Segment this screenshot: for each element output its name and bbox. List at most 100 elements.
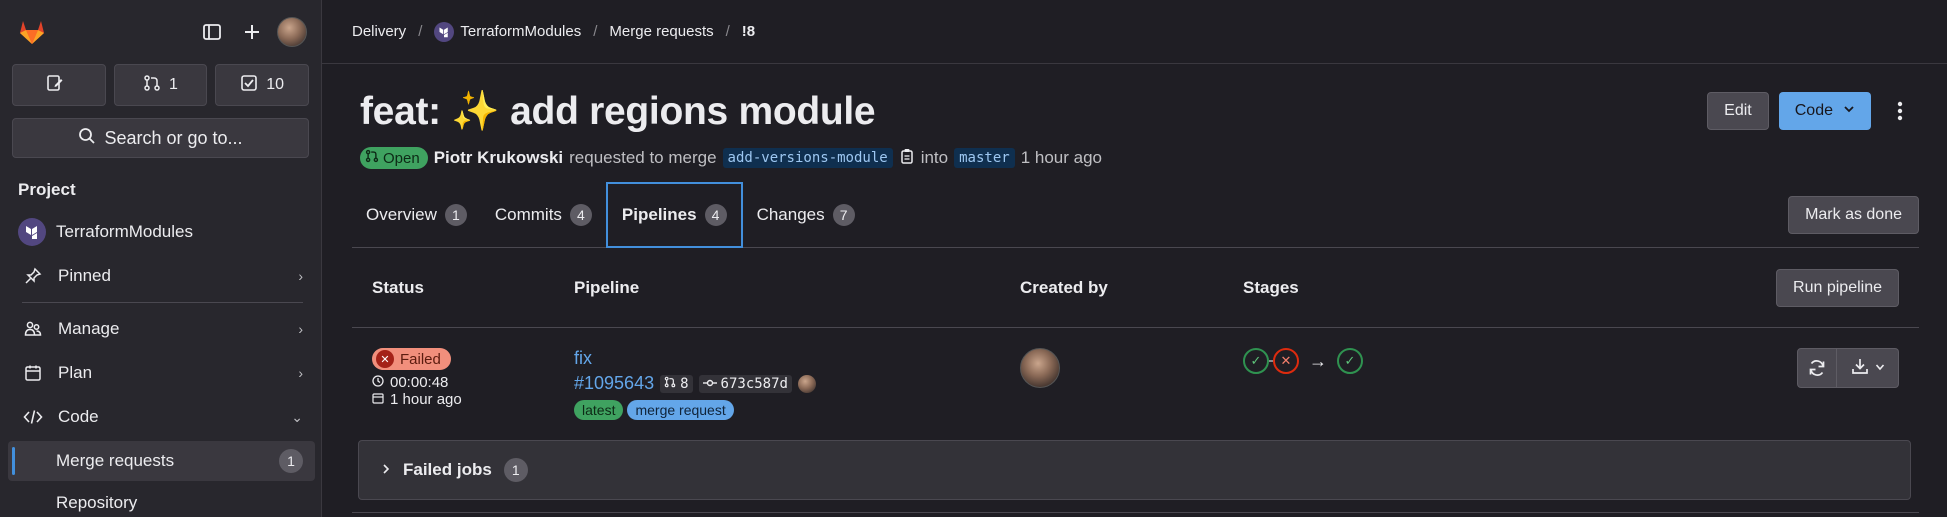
calendar-icon [372, 391, 384, 408]
calendar-icon [22, 364, 44, 382]
header-status: Status [372, 277, 424, 297]
pipeline-name-link[interactable]: fix [574, 348, 592, 368]
chevron-down-icon [1875, 359, 1885, 377]
merge-request-icon [664, 376, 676, 392]
download-icon [1851, 357, 1869, 380]
breadcrumb-section-link[interactable]: Merge requests [609, 23, 713, 40]
sidebar-item-code[interactable]: Code ⌄ [0, 395, 321, 439]
failed-jobs-toggle[interactable]: Failed jobs 1 [358, 440, 1911, 500]
sidebar-item-manage[interactable]: Manage › [0, 307, 321, 351]
chevron-right-icon: › [298, 268, 303, 284]
breadcrumb-project-link[interactable]: TerraformModules [434, 21, 581, 42]
pipeline-commit[interactable]: 673c587d [698, 374, 792, 393]
tab-count: 4 [569, 203, 592, 226]
todo-icon [240, 74, 258, 97]
pipeline-status-badge[interactable]: ✕ Failed [372, 348, 451, 370]
merge-request-icon [365, 149, 379, 167]
header-stages: Stages [1243, 277, 1299, 297]
target-branch[interactable]: master [954, 148, 1015, 168]
edit-icon [46, 74, 64, 97]
chevron-right-icon: › [298, 321, 303, 337]
author-link[interactable]: Piotr Krukowski [434, 148, 563, 168]
sidebar: 1 10 Search or go to... Project Terrafor… [0, 0, 322, 517]
page-title: feat: ✨ add regions module [360, 90, 876, 133]
code-dropdown-button[interactable]: Code [1778, 92, 1871, 130]
tag-merge-request: merge request [627, 400, 734, 420]
issues-counter-button[interactable] [12, 64, 106, 106]
sidebar-subitem-repository[interactable]: Repository [8, 483, 315, 517]
breadcrumb-group-link[interactable]: Delivery [352, 23, 406, 40]
creator-avatar[interactable] [1020, 348, 1060, 388]
table-row: ✕ Failed 00:00:48 1 hour ago fix #109564… [352, 328, 1919, 438]
project-name: TerraformModules [56, 222, 193, 241]
stage-success-icon[interactable]: ✓ [1337, 348, 1363, 374]
tag-latest: latest [574, 400, 624, 420]
divider [352, 512, 1919, 513]
copy-icon[interactable] [899, 147, 915, 170]
mr-tabs: Overview 1 Commits 4 Pipelines 4 Changes… [352, 181, 1919, 248]
tab-changes[interactable]: Changes 7 [743, 182, 869, 248]
arrow-right-icon: → [1309, 350, 1327, 371]
status-badge: Open [360, 147, 428, 169]
breadcrumb-separator: / [418, 23, 423, 40]
run-pipeline-button[interactable]: Run pipeline [1776, 268, 1899, 307]
commit-icon [702, 376, 717, 392]
tab-pipelines[interactable]: Pipelines 4 [605, 181, 743, 248]
stage-failed-icon[interactable]: ✕ [1273, 348, 1299, 374]
pipeline-actions [1797, 348, 1899, 388]
main-content: Delivery / TerraformModules / Merge requ… [322, 0, 1947, 517]
user-avatar[interactable] [277, 17, 307, 47]
sidebar-item-plan[interactable]: Plan › [0, 351, 321, 395]
gitlab-logo-icon[interactable] [14, 14, 50, 50]
chevron-down-icon: ⌄ [291, 408, 303, 425]
terraform-project-icon [434, 21, 455, 42]
pipeline-duration: 00:00:48 [372, 374, 574, 391]
download-artifacts-button[interactable] [1837, 348, 1899, 388]
stage-success-icon[interactable]: ✓ [1243, 348, 1269, 374]
sidebar-toggle-icon[interactable] [195, 15, 229, 49]
mark-as-done-button[interactable]: Mark as done [1788, 195, 1919, 234]
created-time: 1 hour ago [1020, 148, 1102, 167]
sidebar-divider [22, 302, 303, 303]
chevron-right-icon: › [298, 365, 303, 381]
retry-icon[interactable] [1797, 348, 1837, 388]
pipeline-mr-ref[interactable]: 8 [660, 374, 693, 393]
edit-button[interactable]: Edit [1707, 92, 1769, 130]
chevron-down-icon [1843, 102, 1855, 120]
chevron-right-icon [381, 460, 391, 480]
users-icon [22, 320, 44, 338]
sidebar-item-pinned[interactable]: Pinned › [0, 254, 321, 298]
sidebar-subitem-merge-requests[interactable]: Merge requests 1 [8, 441, 315, 481]
merge-requests-counter-button[interactable]: 1 [113, 64, 208, 106]
pipeline-finished: 1 hour ago [372, 391, 574, 408]
into-text: into [920, 148, 949, 167]
requested-text: requested to merge [569, 148, 717, 167]
pipeline-id-link[interactable]: #1095643 [574, 373, 654, 394]
tab-count: 1 [444, 203, 467, 226]
search-icon [78, 127, 96, 150]
mr-meta: Open Piotr Krukowski requested to merge … [322, 136, 1947, 172]
pipelines-table-header: Status Pipeline Created by Stages Run pi… [352, 248, 1919, 328]
source-branch[interactable]: add-versions-module [722, 148, 893, 168]
search-button[interactable]: Search or go to... [12, 118, 309, 158]
code-icon [22, 408, 44, 426]
breadcrumb-separator: / [725, 23, 730, 40]
todos-counter-button[interactable]: 10 [215, 64, 310, 106]
committer-avatar[interactable] [797, 374, 816, 393]
more-actions-icon[interactable] [1883, 92, 1917, 130]
tab-count: 7 [832, 203, 855, 226]
breadcrumb-current[interactable]: !8 [742, 23, 755, 40]
pipeline-stages: ✓ ✕ → ✓ [1243, 348, 1797, 374]
tab-count: 4 [704, 203, 727, 226]
tab-overview[interactable]: Overview 1 [352, 182, 481, 248]
clock-icon [372, 374, 384, 391]
sidebar-project-link[interactable]: TerraformModules [0, 210, 321, 254]
plus-icon[interactable] [235, 15, 269, 49]
breadcrumb-separator: / [593, 23, 598, 40]
merge-requests-count-badge: 1 [279, 449, 303, 473]
pin-icon [22, 267, 44, 285]
tab-commits[interactable]: Commits 4 [481, 182, 606, 248]
header-pipeline: Pipeline [574, 277, 640, 297]
header-created-by: Created by [1020, 277, 1108, 297]
merge-request-icon [143, 74, 161, 97]
